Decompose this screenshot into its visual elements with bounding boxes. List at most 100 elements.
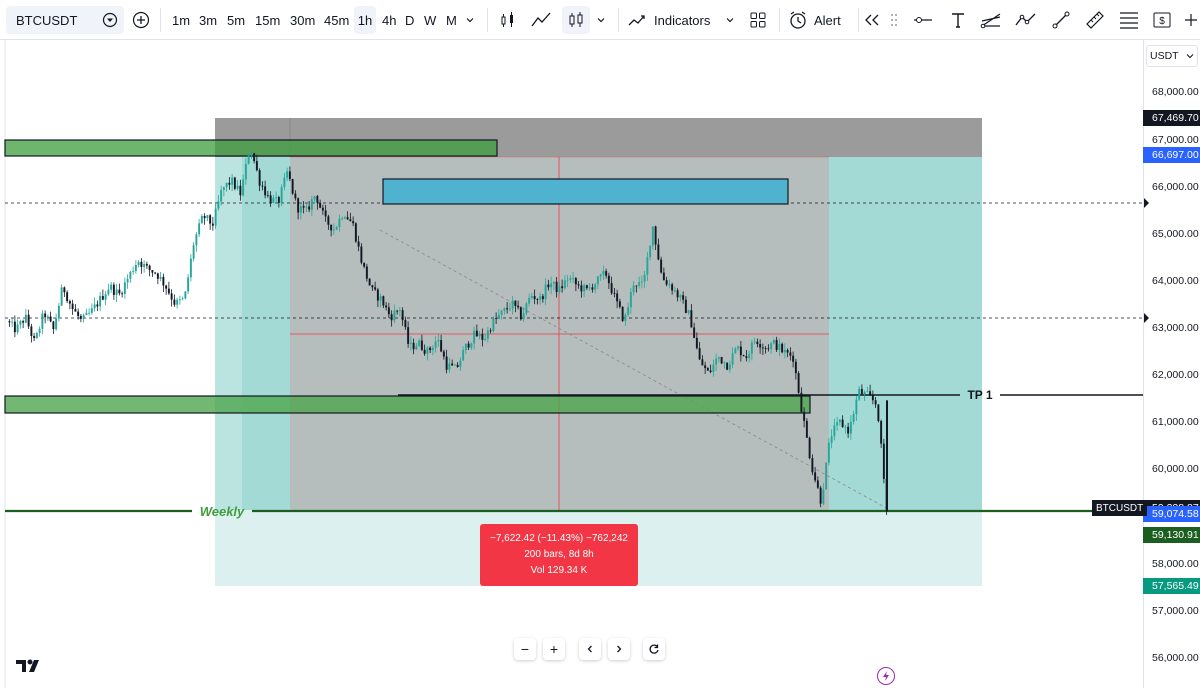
candle-body: [8, 321, 11, 323]
scroll-right-button[interactable]: [608, 638, 630, 660]
candle-body: [495, 318, 498, 319]
candle-body: [819, 487, 822, 504]
bar-style-icon[interactable]: [496, 6, 520, 34]
alert-button[interactable]: Alert: [788, 6, 858, 34]
ruler-tool-icon[interactable]: [1082, 6, 1108, 34]
candles-chart-icon[interactable]: [562, 6, 590, 34]
candle-body: [715, 358, 718, 365]
candle-body: [308, 206, 311, 210]
candle-body: [321, 207, 324, 211]
candle-body: [640, 281, 643, 283]
green-zone-bottom: [4, 395, 811, 414]
timeframe-30m[interactable]: 30m: [287, 6, 318, 34]
candle-body: [181, 298, 184, 300]
candle-body: [324, 210, 327, 217]
timeframe-45m[interactable]: 45m: [321, 6, 352, 34]
symbol-price-tag: BTCUSDT: [1092, 500, 1148, 516]
candle-body: [247, 155, 250, 164]
timeframe-4h[interactable]: 4h: [379, 6, 399, 34]
zoom-in-button[interactable]: +: [543, 638, 565, 660]
layouts-grid-icon[interactable]: [746, 6, 770, 34]
timeframe-more-chevron-icon[interactable]: [462, 6, 478, 34]
candle-body: [349, 219, 352, 222]
currency-selector[interactable]: USDT: [1146, 45, 1198, 67]
pitchfork-tool-icon[interactable]: [978, 6, 1004, 34]
tradingview-logo[interactable]: [16, 658, 44, 679]
candle-body: [767, 348, 770, 350]
chart-area[interactable]: TP 1 Weekly −7,622.42 (−11.43%) −762,242…: [0, 40, 1200, 688]
candle-body: [184, 291, 187, 299]
candle-body: [855, 399, 858, 415]
candle-body: [264, 186, 267, 196]
candle-body: [225, 182, 228, 188]
timeframe-d[interactable]: D: [402, 6, 417, 34]
price-tag-target: 57,565.49: [1143, 578, 1200, 594]
candle-body: [830, 436, 833, 443]
candle-body: [140, 261, 143, 267]
indicators-chevron-icon[interactable]: [722, 6, 738, 34]
candle-body: [473, 330, 476, 344]
candle-body: [60, 287, 63, 306]
fib-retracement-tool-icon[interactable]: [1116, 6, 1142, 34]
price-label-tool-icon[interactable]: $: [1150, 6, 1174, 34]
candle-body: [682, 295, 685, 300]
candle-body: [68, 301, 71, 304]
candle-body: [871, 395, 874, 401]
candle-body: [294, 193, 297, 199]
candle-body: [486, 330, 489, 339]
measure-volume: Vol 129.34 K: [530, 565, 588, 576]
candle-body: [838, 419, 841, 423]
candle-body: [530, 296, 533, 298]
indicators-icon: [628, 11, 648, 29]
more-tools-icon[interactable]: [1182, 6, 1200, 34]
indicators-button[interactable]: Indicators: [628, 6, 728, 34]
candle-body: [266, 195, 269, 197]
candle-body: [299, 206, 302, 213]
candle-body: [803, 411, 806, 421]
symbol-search[interactable]: BTCUSDT: [6, 6, 124, 34]
svg-text:$: $: [1159, 16, 1165, 27]
candle-body: [93, 304, 96, 309]
candle-body: [376, 289, 379, 301]
lightning-icon[interactable]: [877, 667, 895, 685]
candle-body: [602, 271, 605, 275]
reset-chart-button[interactable]: [643, 638, 665, 660]
timeframe-5m[interactable]: 5m: [224, 6, 248, 34]
candle-body: [280, 187, 283, 203]
candle-body: [629, 292, 632, 308]
chart-type-chevron-icon[interactable]: [593, 6, 609, 34]
candle-body: [687, 310, 690, 313]
candle-body: [198, 223, 201, 235]
candle-body: [585, 285, 588, 289]
candle-body: [445, 356, 448, 370]
price-tick: 65,000.00: [1152, 228, 1199, 240]
timeframe-3m[interactable]: 3m: [196, 6, 220, 34]
candle-body: [250, 153, 253, 156]
text-tool-icon[interactable]: [946, 6, 970, 34]
line-chart-icon[interactable]: [529, 6, 553, 34]
drag-handle-icon[interactable]: [888, 6, 900, 34]
candle-body: [74, 308, 77, 312]
symbol-info-icon[interactable]: [102, 12, 118, 28]
candle-body: [338, 218, 341, 228]
compare-add-icon[interactable]: [130, 6, 152, 34]
horizontal-line-tool-icon[interactable]: [910, 6, 936, 34]
timeframe-1h[interactable]: 1h: [354, 6, 376, 34]
timeframe-1m[interactable]: 1m: [169, 6, 193, 34]
trend-line-tool-icon[interactable]: [1048, 6, 1074, 34]
candle-body: [786, 349, 789, 353]
candle-body: [261, 185, 264, 187]
candle-body: [792, 355, 795, 362]
blue-zone: [382, 178, 789, 205]
price-tick: 67,000.00: [1152, 134, 1199, 146]
path-tool-icon[interactable]: [1012, 6, 1040, 34]
replay-rewind-icon[interactable]: [862, 6, 882, 34]
timeframe-w[interactable]: W: [421, 6, 439, 34]
candle-body: [459, 360, 462, 367]
price-tag-current: 59,074.58: [1143, 506, 1200, 522]
timeframe-15m[interactable]: 15m: [252, 6, 283, 34]
timeframe-m[interactable]: M: [443, 6, 460, 34]
candle-body: [272, 197, 275, 203]
scroll-left-button[interactable]: [579, 638, 601, 660]
zoom-out-button[interactable]: −: [514, 638, 536, 660]
